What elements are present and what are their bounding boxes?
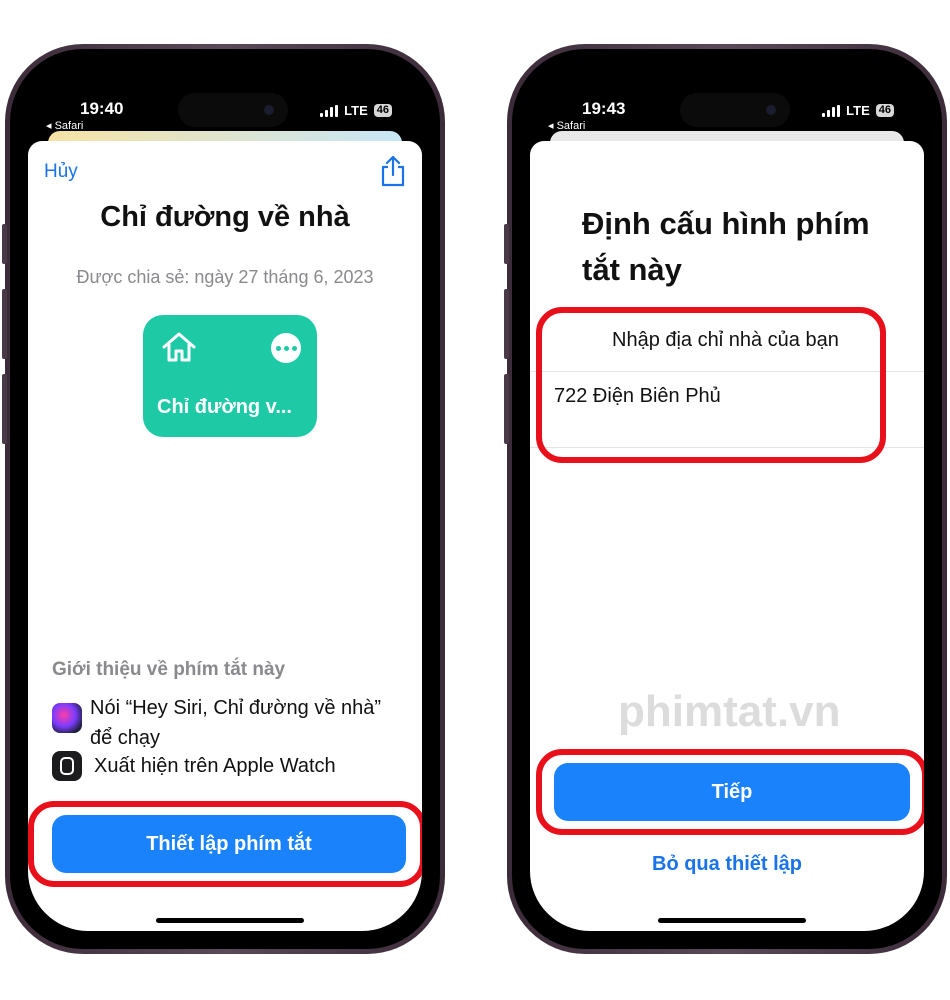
volume-up-button <box>504 289 509 359</box>
watch-text: Xuất hiện trên Apple Watch <box>94 754 336 777</box>
status-time: 19:40 <box>80 99 124 118</box>
battery-icon: 46 <box>373 104 392 117</box>
skip-setup-link[interactable]: Bỏ qua thiết lập <box>530 853 924 876</box>
camera-icon <box>766 105 776 115</box>
siri-row: Nói “Hey Siri, Chỉ đường về nhà” để chạy <box>52 693 402 753</box>
left-phone-frame: 19:40 ◂ Safari LTE 46 Hủy Chỉ đường về n… <box>2 44 445 954</box>
watermark: phimtat.vn <box>618 687 841 736</box>
volume-up-button <box>2 289 7 359</box>
bezel: 19:40 ◂ Safari LTE 46 Hủy Chỉ đường về n… <box>10 49 440 949</box>
cancel-button[interactable]: Hủy <box>44 161 78 183</box>
highlight-frame <box>536 749 924 835</box>
volume-down-button <box>2 374 7 444</box>
home-indicator <box>156 918 304 923</box>
more-options-icon[interactable] <box>271 333 301 363</box>
configure-title: Định cấu hình phím tắt này <box>582 206 870 287</box>
siri-text: Nói “Hey Siri, Chỉ đường về nhà” để chạy <box>90 697 382 749</box>
share-icon[interactable] <box>380 155 406 187</box>
highlight-frame <box>536 307 886 463</box>
signal-icon <box>320 104 339 117</box>
status-indicators: LTE 46 <box>320 103 392 118</box>
home-indicator <box>658 918 806 923</box>
signal-icon <box>822 104 841 117</box>
about-heading: Giới thiệu về phím tắt này <box>52 659 286 680</box>
highlight-frame <box>28 801 422 887</box>
card-label: Chỉ đường v... <box>157 396 292 418</box>
house-icon <box>162 332 196 362</box>
network-label: LTE <box>344 103 368 118</box>
action-button <box>2 224 7 264</box>
dynamic-island <box>680 93 790 127</box>
apple-watch-icon <box>52 751 82 781</box>
shortcut-title: Chỉ đường về nhà <box>100 201 350 233</box>
configure-sheet: Định cấu hình phím tắt này Nhập địa chỉ … <box>530 141 924 931</box>
volume-down-button <box>504 374 509 444</box>
network-label: LTE <box>846 103 870 118</box>
right-phone-frame: 19:43 ◂ Safari LTE 46 Định cấu hình phím… <box>504 44 947 954</box>
status-time: 19:43 <box>582 99 626 118</box>
battery-icon: 46 <box>875 104 894 117</box>
siri-icon <box>52 703 82 733</box>
status-indicators: LTE 46 <box>822 103 894 118</box>
shortcut-sheet: Hủy Chỉ đường về nhà Được chia sẻ: ngày … <box>28 141 422 931</box>
bezel: 19:43 ◂ Safari LTE 46 Định cấu hình phím… <box>512 49 942 949</box>
watch-row: Xuất hiện trên Apple Watch <box>52 751 336 781</box>
camera-icon <box>264 105 274 115</box>
shortcut-card[interactable]: Chỉ đường v... <box>143 315 317 437</box>
dynamic-island <box>178 93 288 127</box>
left-screen: 19:40 ◂ Safari LTE 46 Hủy Chỉ đường về n… <box>28 67 422 931</box>
shared-date: Được chia sẻ: ngày 27 tháng 6, 2023 <box>76 267 374 287</box>
right-screen: 19:43 ◂ Safari LTE 46 Định cấu hình phím… <box>530 67 924 931</box>
action-button <box>504 224 509 264</box>
